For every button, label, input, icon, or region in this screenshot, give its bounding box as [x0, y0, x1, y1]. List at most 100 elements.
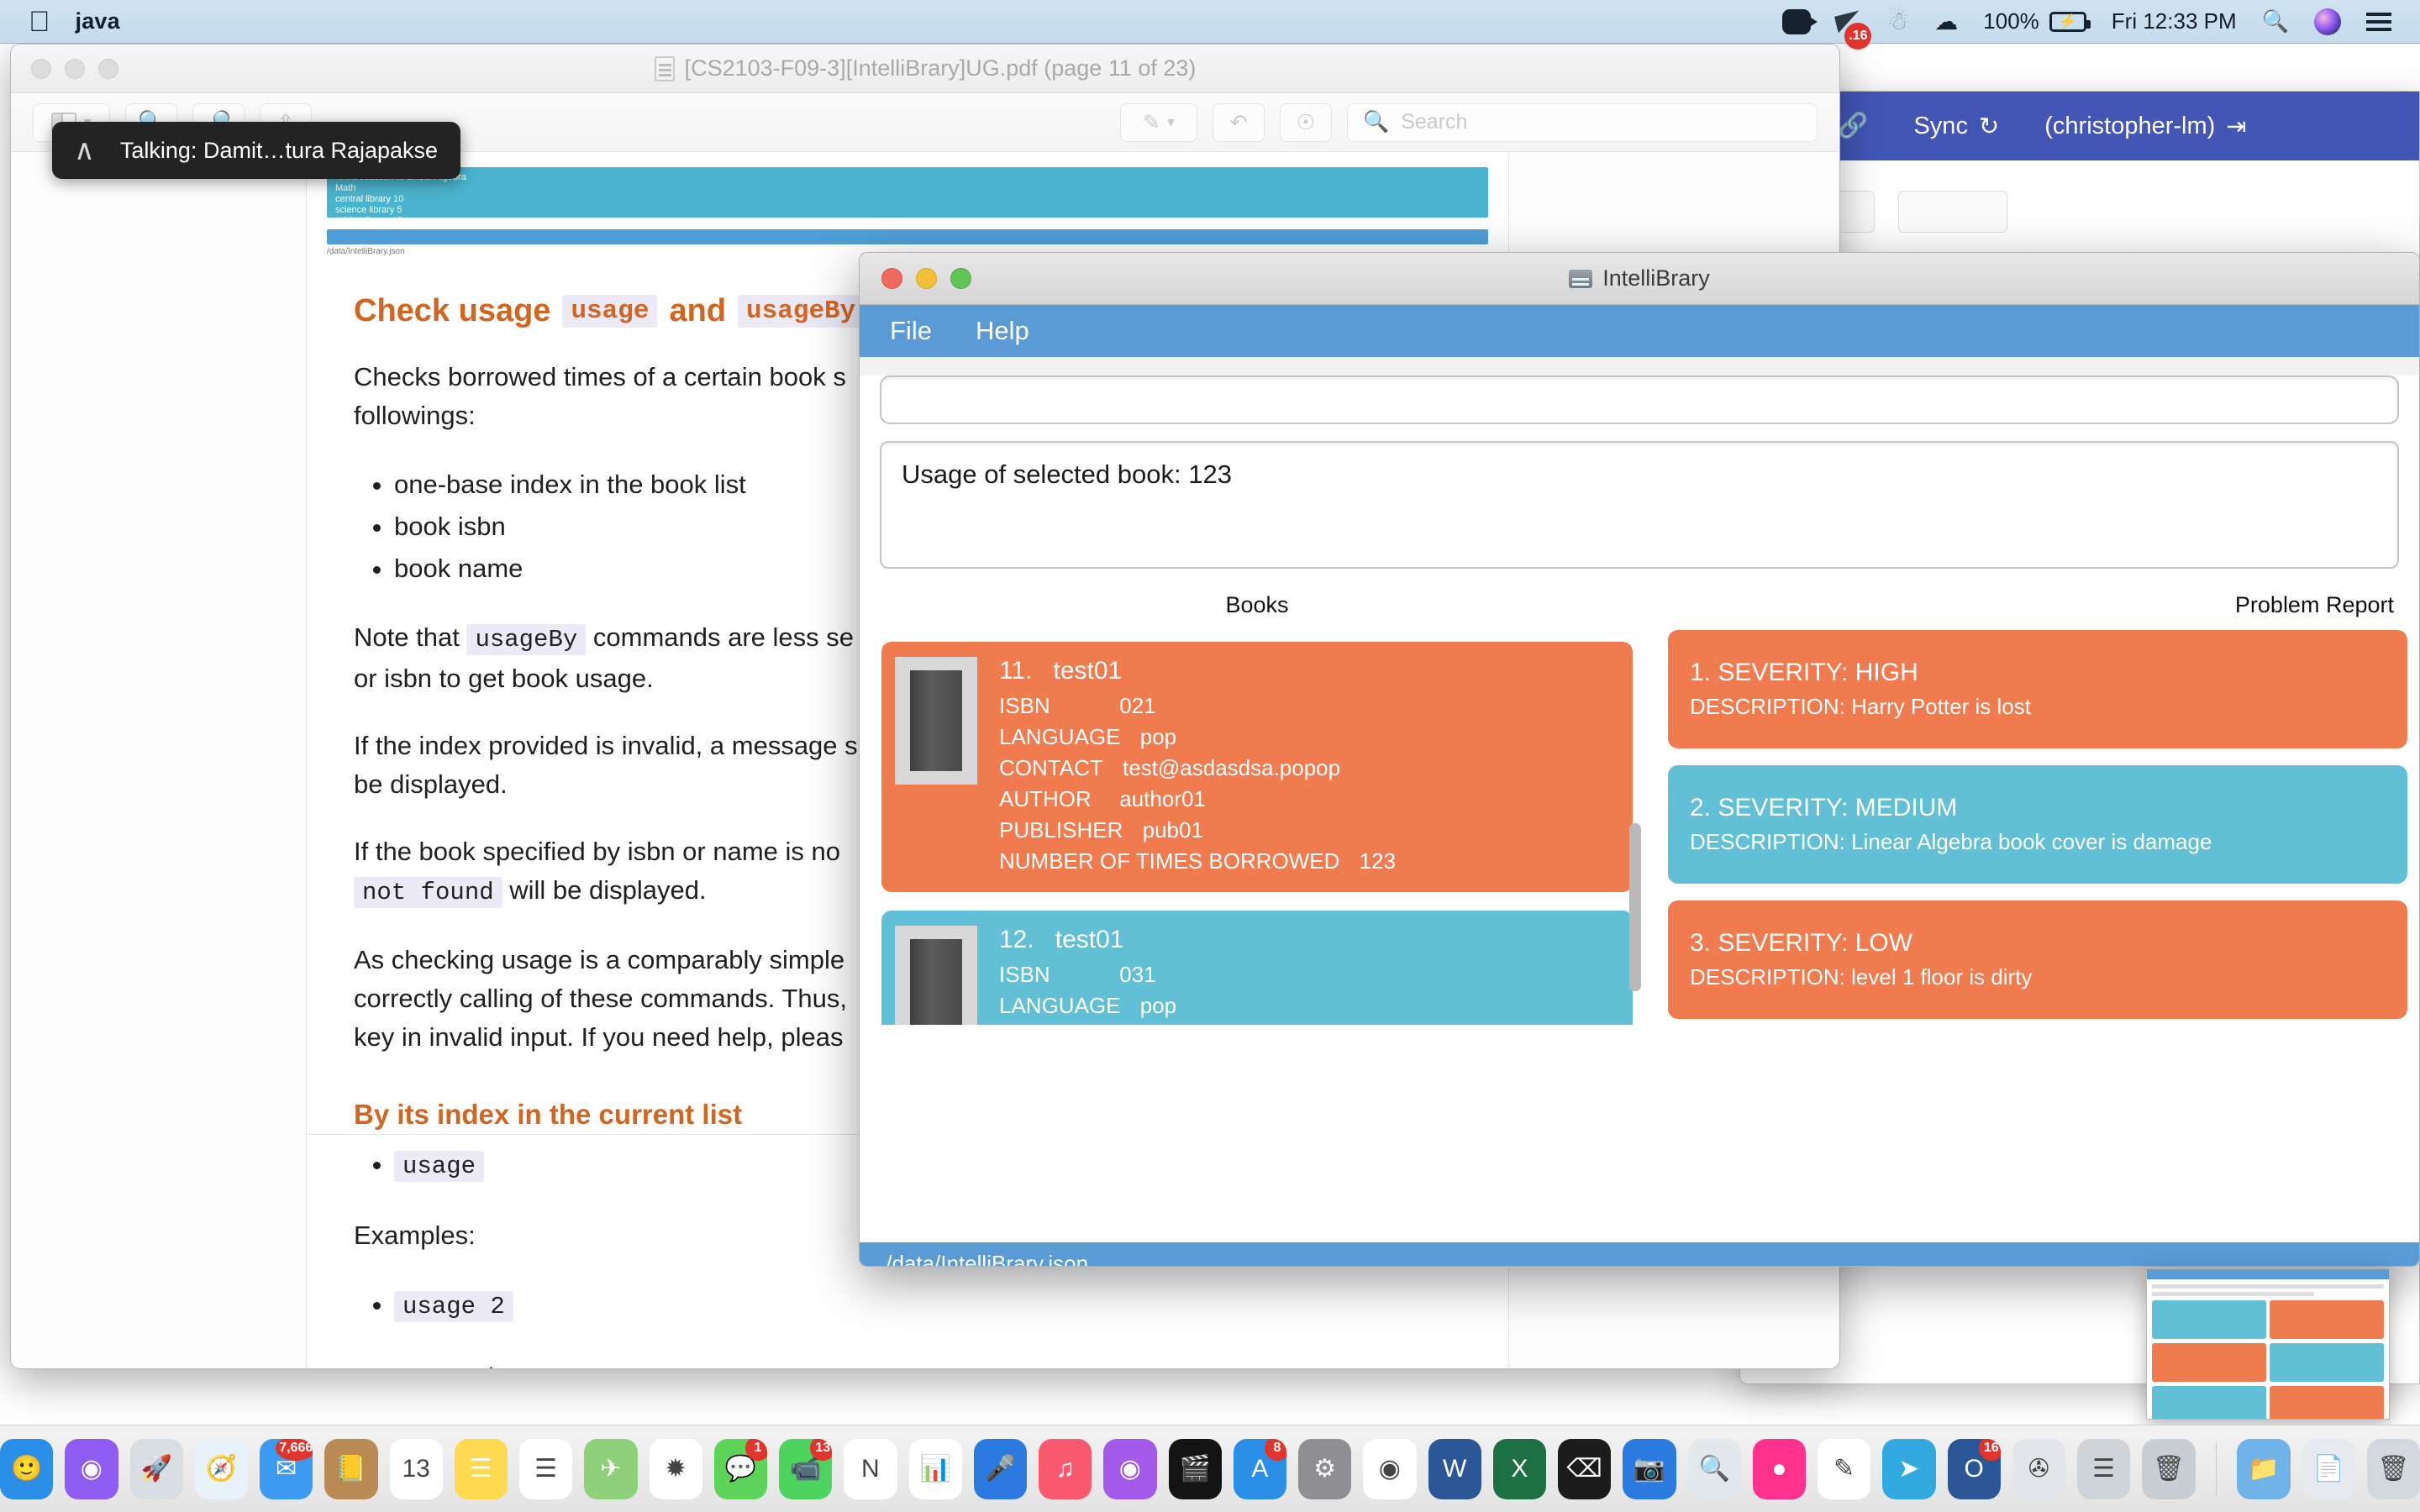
- dock-item-photos[interactable]: ✹: [649, 1438, 702, 1499]
- control-center-icon[interactable]: [2366, 12, 2391, 31]
- spotlight-search-icon[interactable]: 🔍: [2262, 8, 2289, 34]
- dock-item-word[interactable]: W: [1428, 1438, 1481, 1499]
- nav-item-sync[interactable]: Sync ↻: [1913, 112, 1999, 141]
- dock-item-keynote[interactable]: 🎤: [973, 1438, 1027, 1499]
- problem-card[interactable]: 1. SEVERITY: HIGH DESCRIPTION: Harry Pot…: [1668, 630, 2407, 748]
- annotate-button[interactable]: ☉: [1280, 102, 1332, 142]
- zoom-camera-icon[interactable]: [1782, 8, 1818, 34]
- book-field-value: t@asdasdsa.popop: [1123, 1024, 1311, 1025]
- nav-item-user[interactable]: (christopher-lm) ⇥: [2044, 112, 2246, 141]
- command-input[interactable]: [880, 375, 2399, 424]
- book-field-value: pop: [1139, 724, 1177, 749]
- status-file-path: ./data/IntelliBrary.json: [880, 1250, 1089, 1267]
- intellibrary-window[interactable]: IntelliBrary File Help Usage of selected…: [859, 252, 2420, 1267]
- dock-item-appstore[interactable]: A8: [1233, 1438, 1286, 1499]
- dock-item-trash[interactable]: 🗑: [2366, 1438, 2420, 1499]
- dock-item-pages[interactable]: ✎: [1818, 1438, 1871, 1499]
- siri-icon[interactable]: [2314, 8, 2341, 35]
- book-cover-icon: [895, 657, 977, 785]
- dock-item-excel[interactable]: X: [1492, 1438, 1546, 1499]
- pdf-banner-line1: Math: [335, 183, 356, 193]
- dock-item-reminders[interactable]: ☰: [519, 1438, 573, 1499]
- dock-item-notes[interactable]: ☰: [454, 1438, 508, 1499]
- menu-item-help[interactable]: Help: [976, 316, 1029, 346]
- battery-status[interactable]: 100% ⚡: [1983, 8, 2091, 34]
- pdf-banner-heading: 4. Introduction to Linear Algebra: [335, 172, 1480, 183]
- dock-item-telegram[interactable]: ➤: [1882, 1438, 1936, 1499]
- book-card[interactable]: 11. test01 ISBN 021 LANGUAGE pop CONTACT…: [881, 642, 1633, 892]
- numbers-icon: 📊: [919, 1455, 951, 1483]
- dock-item-trash-left[interactable]: 🗑: [2142, 1438, 2196, 1499]
- dock-item-terminal[interactable]: ⌫: [1558, 1438, 1612, 1499]
- problem-card[interactable]: 2. SEVERITY: MEDIUM DESCRIPTION: Linear …: [1668, 765, 2407, 884]
- pdf-p2-b: commands are less se: [592, 622, 855, 652]
- apple-menu-icon[interactable]: : [29, 8, 50, 36]
- active-app-name[interactable]: java: [76, 8, 120, 34]
- nav-sync-label: Sync: [1913, 112, 1968, 139]
- appstore-icon: A: [1251, 1454, 1269, 1483]
- pdf-document-icon: [654, 55, 675, 81]
- dock-item-messages[interactable]: 💬 1: [713, 1438, 767, 1499]
- dock-item-launchpad[interactable]: 🚀: [129, 1438, 183, 1499]
- dock-item-chrome[interactable]: ◉: [1363, 1438, 1417, 1499]
- problem-card[interactable]: 3. SEVERITY: LOW DESCRIPTION: level 1 fl…: [1668, 900, 2407, 1019]
- pdf-p4-a: If the book specified by isbn or name is…: [354, 837, 840, 866]
- pdf-screenshot-banner: 4. Introduction to Linear Algebra Math c…: [327, 167, 1488, 256]
- book-card[interactable]: 12. test01 ISBN 031 LANGUAGE pop: [881, 911, 1633, 1025]
- dock-item-maps[interactable]: ✈: [584, 1438, 638, 1499]
- dock-item-zoom[interactable]: 📷: [1623, 1438, 1676, 1499]
- notification-flag-icon[interactable]: .16: [1834, 10, 1872, 50]
- intellibrary-menubar[interactable]: File Help: [860, 305, 2419, 357]
- macos-dock[interactable]: 🙂 ◉ 🚀 🧭 ✉ 7,666 📒 13 ☰ ☰ ✈ ✹ 💬 1 📹 13 N 📊 🎤 ♫ ◉ 🎬 A 8 ⚙ ◉ W X ⌫ 📷 🔍 ● ✎ ➤…: [0, 1425, 2420, 1512]
- books-scrollbar[interactable]: [1629, 823, 1641, 991]
- intellibrary-content: Usage of selected book: 123 Books PUBLIS…: [860, 375, 2419, 1267]
- dock-item-screenshot[interactable]: ✇: [2012, 1438, 2065, 1499]
- bluetooth-icon[interactable]: ☃: [1886, 7, 1909, 36]
- dock-item-music[interactable]: ♫: [1039, 1438, 1092, 1499]
- menu-item-file[interactable]: File: [890, 316, 932, 346]
- window-thumbnail-preview[interactable]: [2146, 1268, 2390, 1420]
- dock-item-documents[interactable]: 📄: [2302, 1438, 2355, 1499]
- dock-item-calendar[interactable]: 13: [389, 1438, 443, 1499]
- dock-item-contacts[interactable]: 📒: [324, 1438, 378, 1499]
- dock-item-safari[interactable]: 🧭: [194, 1438, 248, 1499]
- problem-severity: 3. SEVERITY: LOW: [1690, 929, 1913, 957]
- book-info: 12. test01 ISBN 031 LANGUAGE pop: [999, 926, 1619, 1025]
- pdf-p1-line2: followings:: [354, 401, 476, 430]
- problem-severity: 2. SEVERITY: MEDIUM: [1690, 794, 1958, 822]
- dock-item-news[interactable]: N: [844, 1438, 897, 1499]
- dock-item-finder[interactable]: 🙂: [0, 1438, 54, 1499]
- dock-item-outlook[interactable]: O 16: [1947, 1438, 2001, 1499]
- dock-item-podcasts[interactable]: ◉: [1103, 1438, 1157, 1499]
- pdf-search-field[interactable]: 🔍 Search: [1347, 102, 1818, 142]
- pages-icon: ✎: [1833, 1455, 1855, 1483]
- notes2-icon: ☰: [2092, 1455, 2116, 1483]
- markup-button[interactable]: ✎ ▾: [1120, 102, 1197, 142]
- preview-titlebar[interactable]: [CS2103-F09-3][IntelliBrary]UG.pdf (page…: [11, 45, 1839, 93]
- pdf-banner-card: 4. Introduction to Linear Algebra Math c…: [327, 167, 1488, 218]
- ghost-button-2[interactable]: [1898, 191, 2008, 233]
- rotate-icon: ↶: [1229, 110, 1248, 134]
- telegram-icon: ➤: [1898, 1455, 1920, 1483]
- dock-item-facetime[interactable]: 📹 13: [779, 1438, 833, 1499]
- dock-item-numbers[interactable]: 📊: [908, 1438, 962, 1499]
- book-field-key: CONTACT: [999, 1021, 1103, 1025]
- dock-item-mail[interactable]: ✉ 7,666: [260, 1438, 313, 1499]
- zoom-talking-overlay[interactable]: ∧ Talking: Damit…tura Rajapakse: [52, 122, 460, 179]
- chevron-up-icon[interactable]: ∧: [74, 136, 95, 165]
- dock-item-appletv[interactable]: 🎬: [1168, 1438, 1222, 1499]
- dock-item-notes2[interactable]: ☰: [2077, 1438, 2131, 1499]
- problem-report-list[interactable]: 1. SEVERITY: HIGH DESCRIPTION: Harry Pot…: [1644, 630, 2419, 1025]
- pdf-p4-b: will be displayed.: [509, 875, 707, 905]
- dock-item-intellij[interactable]: ●: [1752, 1438, 1806, 1499]
- clock[interactable]: Fri 12:33 PM: [2112, 8, 2237, 34]
- books-list[interactable]: PUBLISHER pub01 NUMBER OF TIMES BORROWED…: [870, 630, 1644, 1025]
- intellibrary-titlebar[interactable]: IntelliBrary: [860, 253, 2419, 305]
- dock-item-siri[interactable]: ◉: [65, 1438, 118, 1499]
- book-row: ISBN 031: [999, 959, 1619, 990]
- rotate-button[interactable]: ↶: [1213, 102, 1265, 142]
- dock-item-preview[interactable]: 🔍: [1687, 1438, 1741, 1499]
- dock-item-downloads[interactable]: 📁: [2237, 1438, 2291, 1499]
- wifi-icon[interactable]: ☁: [1934, 8, 1958, 35]
- dock-item-system-preferences[interactable]: ⚙: [1298, 1438, 1352, 1499]
